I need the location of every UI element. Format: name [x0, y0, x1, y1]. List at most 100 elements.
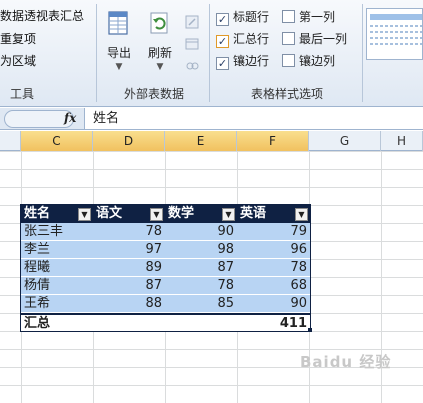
- select-all-corner[interactable]: [0, 131, 21, 151]
- table-style-thumbnail-icon: [370, 14, 422, 45]
- checkbox-checked-icon[interactable]: ✓: [216, 57, 229, 70]
- formula-input[interactable]: 姓名: [84, 108, 423, 129]
- filter-dropdown-icon[interactable]: ▼: [295, 208, 308, 221]
- table-cell[interactable]: 78: [165, 277, 237, 295]
- table-row: 张三丰 78 90 79: [21, 223, 310, 241]
- table-cell[interactable]: 88: [93, 295, 165, 313]
- option-header-row-label: 标题行: [233, 10, 270, 24]
- group-separator: [209, 4, 210, 102]
- option-first-column[interactable]: 第一列: [282, 8, 335, 26]
- column-header-h[interactable]: H: [381, 131, 423, 151]
- option-total-row-label: 汇总行: [233, 32, 270, 46]
- pivot-summary-label: 数据透视表汇总: [0, 9, 85, 23]
- header-english-label: 英语: [240, 206, 267, 221]
- table-cell[interactable]: 68: [237, 277, 310, 295]
- table-cell[interactable]: 90: [165, 223, 237, 241]
- tools-group-label: 工具: [9, 87, 34, 101]
- grid-line: [0, 169, 423, 170]
- column-header-g[interactable]: G: [309, 131, 381, 151]
- open-in-browser-icon[interactable]: [184, 36, 200, 52]
- column-header-d[interactable]: D: [93, 131, 165, 151]
- header-math-label: 数学: [168, 206, 195, 221]
- filter-dropdown-icon[interactable]: ▼: [78, 208, 91, 221]
- table-cell[interactable]: 杨倩: [21, 277, 93, 295]
- table-cell[interactable]: 85: [165, 295, 237, 313]
- chevron-down-icon: ▼: [115, 62, 123, 72]
- convert-to-range-button[interactable]: 为区域: [0, 51, 36, 71]
- export-button[interactable]: 导出 ▼: [99, 6, 139, 80]
- worksheet-grid[interactable]: 姓名 ▼ 语文 ▼ 数学 ▼ 英语 ▼ 张三丰 78 90 79 李兰 97 9…: [0, 151, 423, 403]
- table-cell[interactable]: 89: [93, 259, 165, 277]
- refresh-label: 刷新: [147, 46, 172, 60]
- checkbox-unchecked-icon[interactable]: [282, 32, 295, 45]
- option-last-column[interactable]: 最后一列: [282, 30, 347, 48]
- table-row: 杨倩 87 78 68: [21, 277, 310, 295]
- table-cell[interactable]: 98: [165, 241, 237, 259]
- option-first-column-label: 第一列: [299, 10, 336, 24]
- column-header-e[interactable]: E: [165, 131, 237, 151]
- table-cell[interactable]: 王希: [21, 295, 93, 313]
- watermark: Baidu 经验: [300, 353, 392, 371]
- style-options-group-label: 表格样式选项: [250, 87, 323, 101]
- table-row: 李兰 97 98 96: [21, 241, 310, 259]
- table-cell[interactable]: 78: [237, 259, 310, 277]
- table-resize-handle[interactable]: [308, 328, 312, 332]
- table-cell[interactable]: 90: [237, 295, 310, 313]
- export-icon: [108, 11, 128, 35]
- option-banded-rows[interactable]: ✓ 镶边行: [216, 52, 269, 70]
- table-cell[interactable]: 79: [237, 223, 310, 241]
- option-total-row[interactable]: ✓ 汇总行: [216, 30, 269, 48]
- option-banded-columns-label: 镶边列: [299, 54, 336, 68]
- pivot-summary-button[interactable]: 数据透视表汇总: [0, 6, 84, 26]
- group-separator: [96, 4, 97, 102]
- table-style-gallery[interactable]: [366, 8, 423, 60]
- checkbox-checked-icon[interactable]: ✓: [216, 35, 229, 48]
- convert-to-range-label: 为区域: [0, 54, 37, 68]
- grid-line: [0, 349, 423, 350]
- option-header-row[interactable]: ✓ 标题行: [216, 8, 269, 26]
- table-row: 王希 88 85 90: [21, 295, 310, 313]
- table-row: 程曦 89 87 78: [21, 259, 310, 277]
- export-label: 导出: [106, 46, 131, 60]
- header-chinese-label: 语文: [96, 206, 123, 221]
- table-cell[interactable]: 李兰: [21, 241, 93, 259]
- unlink-icon[interactable]: [184, 58, 200, 74]
- group-separator: [362, 4, 363, 102]
- table-cell[interactable]: 程曦: [21, 259, 93, 277]
- checkbox-unchecked-icon[interactable]: [282, 10, 295, 23]
- option-banded-rows-label: 镶边行: [233, 54, 270, 68]
- function-icon[interactable]: fx: [64, 111, 76, 125]
- ribbon: 数据透视表汇总 重复项 为区域 工具 导出 ▼ 刷新 ▼ 外部表数据 ✓ 标题行…: [0, 0, 423, 107]
- grid-line: [0, 151, 423, 152]
- table-header-row: 姓名 ▼ 语文 ▼ 数学 ▼ 英语 ▼: [21, 205, 310, 223]
- header-name-label: 姓名: [24, 206, 51, 221]
- filter-dropdown-icon[interactable]: ▼: [222, 208, 235, 221]
- filter-dropdown-icon[interactable]: ▼: [150, 208, 163, 221]
- column-header-f[interactable]: F: [237, 131, 309, 151]
- checkbox-unchecked-icon[interactable]: [282, 54, 295, 67]
- external-group-label: 外部表数据: [123, 87, 184, 101]
- table-cell[interactable]: 97: [93, 241, 165, 259]
- properties-icon[interactable]: [184, 14, 200, 30]
- refresh-button[interactable]: 刷新 ▼: [140, 6, 180, 80]
- total-value-cell[interactable]: 411: [237, 315, 310, 333]
- remove-duplicates-button[interactable]: 重复项: [0, 29, 36, 49]
- grid-line: [0, 187, 423, 188]
- column-header-c[interactable]: C: [21, 131, 93, 151]
- option-banded-columns[interactable]: 镶边列: [282, 52, 335, 70]
- table-total-row: 汇总 411: [21, 313, 310, 331]
- table-cell[interactable]: 87: [93, 277, 165, 295]
- option-last-column-label: 最后一列: [299, 32, 348, 46]
- table-cell[interactable]: 78: [93, 223, 165, 241]
- checkbox-checked-icon[interactable]: ✓: [216, 13, 229, 26]
- column-headers: C D E F G H: [0, 131, 423, 151]
- grid-line: [0, 385, 423, 386]
- table-cell[interactable]: 96: [237, 241, 310, 259]
- refresh-icon: [150, 12, 168, 34]
- formula-bar: fx 姓名: [0, 108, 423, 130]
- table-cell[interactable]: 张三丰: [21, 223, 93, 241]
- chevron-down-icon: ▼: [156, 62, 164, 72]
- total-label-cell[interactable]: 汇总: [21, 315, 93, 333]
- remove-duplicates-label: 重复项: [0, 32, 37, 46]
- table-cell[interactable]: 87: [165, 259, 237, 277]
